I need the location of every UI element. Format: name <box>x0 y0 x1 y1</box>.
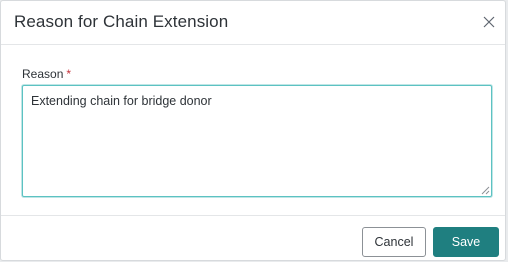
reason-label: Reason * <box>22 67 71 81</box>
dialog-title: Reason for Chain Extension <box>14 12 229 31</box>
reason-textarea[interactable] <box>22 85 492 197</box>
required-marker: * <box>66 67 72 81</box>
chain-extension-dialog: Reason for Chain Extension Reason* Cance… <box>0 0 506 261</box>
resize-grip-icon[interactable] <box>481 186 490 195</box>
dialog-footer: Cancel Save <box>1 215 505 260</box>
dialog-body: Reason * <box>1 45 505 215</box>
dialog-header: Reason for Chain Extension <box>1 1 505 45</box>
reason-label-text: Reason <box>22 67 64 81</box>
close-button[interactable] <box>477 10 501 34</box>
cancel-button[interactable]: Cancel <box>362 227 426 257</box>
save-button[interactable]: Save <box>433 227 499 257</box>
close-icon <box>483 16 495 28</box>
